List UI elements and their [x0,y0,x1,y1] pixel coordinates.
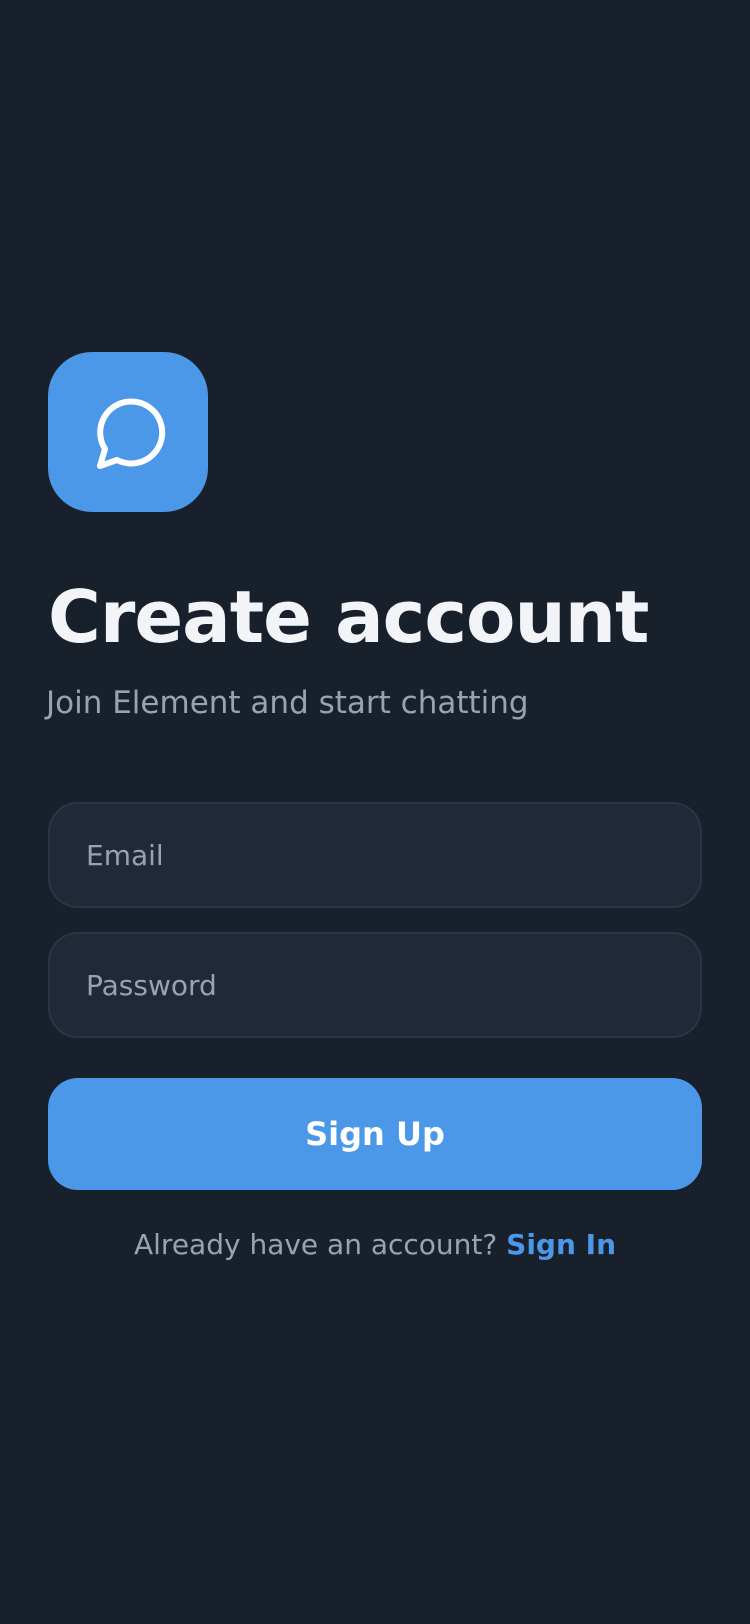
app-logo [48,352,208,512]
password-field-container[interactable] [48,932,702,1039]
email-field[interactable] [84,837,700,873]
sign-in-link[interactable]: Sign In [506,1228,616,1261]
password-field[interactable] [84,967,700,1003]
sign-up-button[interactable]: Sign Up [48,1078,702,1191]
email-field-container[interactable] [48,802,702,909]
signup-screen: Create account Join Element and start ch… [46,352,702,1261]
page-title: Create account [48,575,649,659]
sign-in-prompt: Already have an account? Sign In [48,1228,702,1261]
page-subtitle: Join Element and start chatting [46,685,529,722]
chat-bubble-icon [97,398,166,469]
sign-in-prompt-text: Already have an account? [133,1228,507,1262]
